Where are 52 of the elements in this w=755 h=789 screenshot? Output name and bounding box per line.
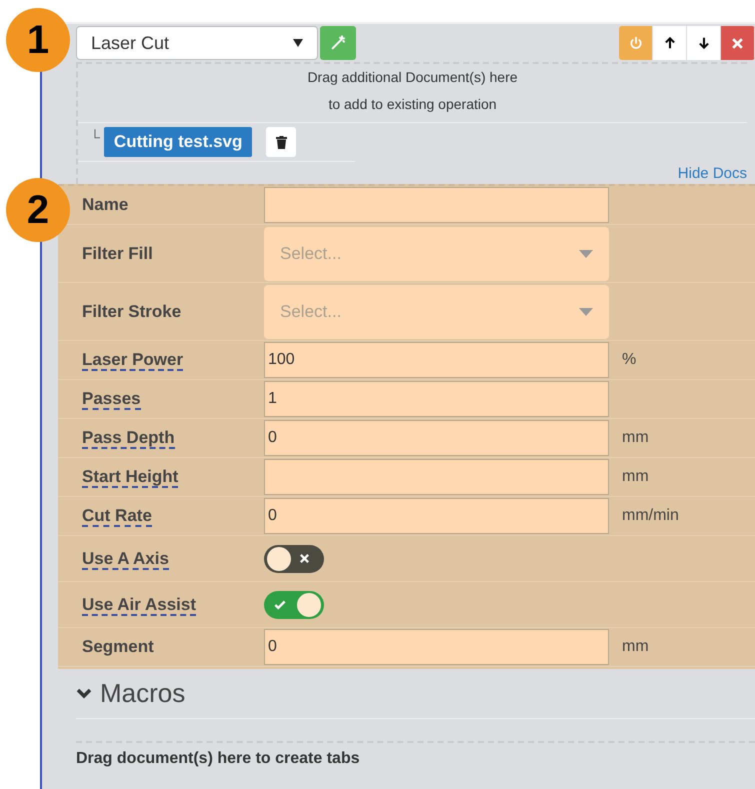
input-field[interactable]: [264, 187, 609, 223]
wand-icon: [330, 35, 346, 51]
caret-icon: [293, 39, 303, 47]
trash-icon: [276, 136, 287, 148]
caret-icon: [579, 308, 593, 316]
close-icon: [731, 36, 744, 50]
input-field[interactable]: 0: [264, 420, 609, 456]
unit-label: mm: [622, 428, 649, 448]
field-label: Pass Depth: [82, 428, 175, 449]
wand-button[interactable]: [320, 26, 356, 60]
field-label: Use Air Assist: [82, 594, 196, 616]
unit-label: %: [622, 350, 636, 370]
drop-hint: Drag document(s) here to create tabs: [76, 750, 360, 767]
arrow-down-icon: [696, 36, 710, 50]
remove-button[interactable]: [721, 26, 755, 60]
toggle-switch[interactable]: [264, 590, 324, 618]
drop-hint: to add to existing operation: [328, 95, 497, 114]
up-button[interactable]: [653, 26, 687, 60]
delete-button[interactable]: [266, 127, 296, 157]
unit-label: mm/min: [622, 506, 679, 526]
toggle-knob: [297, 592, 321, 616]
field-label: Filter Fill: [82, 244, 153, 262]
tree-mark: └: [90, 128, 100, 147]
power-icon: [628, 36, 642, 50]
callout-badge: 2: [6, 178, 70, 242]
unit-label: mm: [622, 637, 649, 657]
document-chip[interactable]: Cutting test.svg: [104, 127, 252, 157]
toggle-switch[interactable]: [264, 544, 324, 572]
field-label: Segment: [82, 637, 154, 656]
input-field[interactable]: 100: [264, 342, 609, 378]
drop-hint: Drag additional Document(s) here: [307, 68, 518, 87]
input-field[interactable]: [264, 459, 609, 495]
chevron-down-icon: [76, 688, 92, 700]
toggle-knob: [267, 546, 291, 570]
input-field[interactable]: 0: [264, 498, 609, 534]
field-label: Filter Stroke: [82, 302, 182, 320]
input-field[interactable]: 0: [264, 629, 609, 665]
field-label: Cut Rate: [82, 506, 152, 527]
field-label: Use A Axis: [82, 548, 169, 570]
caret-icon: [579, 250, 593, 258]
operation-select[interactable]: Laser Cut: [76, 26, 318, 60]
close-icon: [299, 553, 310, 564]
input-field[interactable]: 1: [264, 381, 609, 417]
field-label: Passes: [82, 389, 141, 410]
down-button[interactable]: [687, 26, 721, 60]
arrow-up-icon: [662, 36, 676, 50]
field-label: Laser Power: [82, 350, 184, 371]
unit-label: mm: [622, 467, 649, 487]
macros-header[interactable]: Macros: [100, 674, 186, 713]
callout-badge: 1: [6, 8, 70, 72]
field-label: Name: [82, 195, 128, 214]
field-label: Start Height: [82, 467, 178, 488]
